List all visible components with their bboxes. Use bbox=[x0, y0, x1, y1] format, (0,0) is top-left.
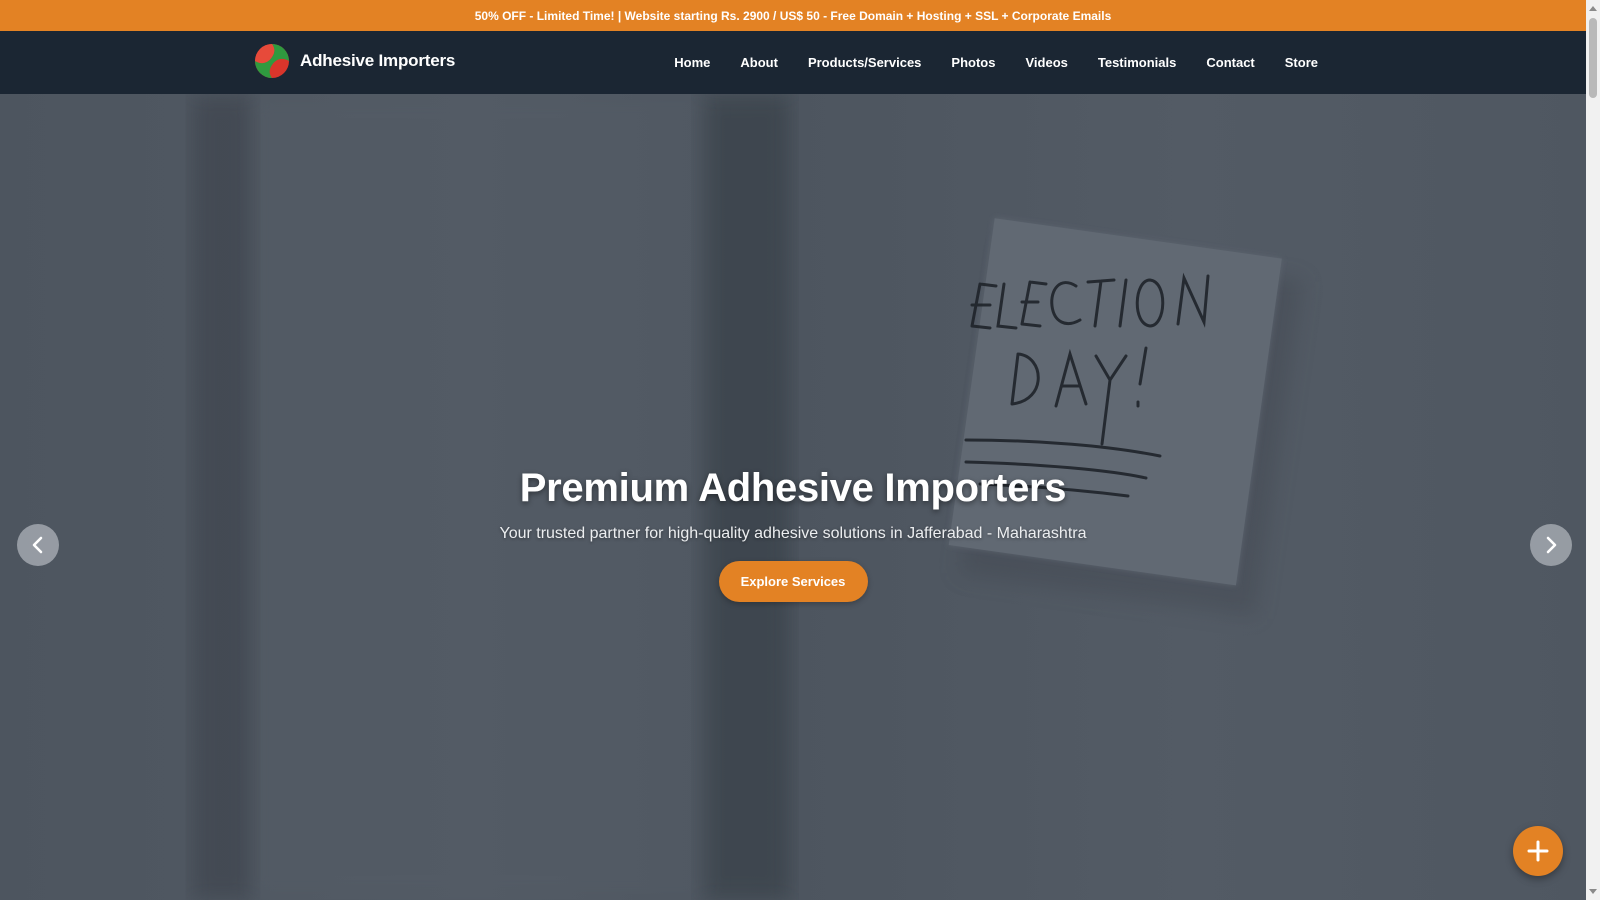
hero-title: Premium Adhesive Importers bbox=[519, 466, 1067, 510]
nav-about[interactable]: About bbox=[740, 55, 778, 70]
scroll-up-arrow-icon[interactable] bbox=[1589, 6, 1597, 11]
promo-banner: 50% OFF - Limited Time! | Website starti… bbox=[0, 0, 1586, 31]
nav-store[interactable]: Store bbox=[1285, 55, 1318, 70]
explore-services-button[interactable]: Explore Services bbox=[718, 561, 868, 602]
carousel-prev-button[interactable] bbox=[17, 524, 59, 566]
hero-subtitle: Your trusted partner for high-quality ad… bbox=[499, 525, 1087, 542]
brand-link[interactable]: Adhesive Importers bbox=[254, 43, 455, 79]
nav-videos[interactable]: Videos bbox=[1025, 55, 1067, 70]
promo-text: 50% OFF - Limited Time! | Website starti… bbox=[474, 8, 1112, 23]
hero-carousel: Premium Adhesive Importers Your trusted … bbox=[0, 94, 1586, 900]
nav-home[interactable]: Home bbox=[674, 55, 710, 70]
nav-products-services[interactable]: Products/Services bbox=[808, 55, 921, 70]
brand-logo-icon bbox=[255, 44, 289, 78]
carousel-next-button[interactable] bbox=[1530, 524, 1572, 566]
nav-testimonials[interactable]: Testimonials bbox=[1098, 55, 1177, 70]
chevron-right-icon bbox=[1546, 536, 1557, 554]
chevron-left-icon bbox=[32, 536, 43, 554]
plus-icon bbox=[1527, 840, 1549, 862]
scroll-thumb[interactable] bbox=[1589, 18, 1597, 98]
main-nav: Home About Products/Services Photos Vide… bbox=[674, 31, 1318, 94]
floating-action-button[interactable] bbox=[1513, 826, 1563, 876]
site-header: Adhesive Importers Home About Products/S… bbox=[0, 31, 1586, 94]
nav-contact[interactable]: Contact bbox=[1206, 55, 1254, 70]
scroll-down-arrow-icon[interactable] bbox=[1589, 889, 1597, 894]
hero-content: Premium Adhesive Importers Your trusted … bbox=[0, 466, 1586, 602]
page-scrollbar[interactable] bbox=[1586, 0, 1600, 900]
nav-photos[interactable]: Photos bbox=[951, 55, 995, 70]
brand-name: Adhesive Importers bbox=[300, 51, 456, 70]
